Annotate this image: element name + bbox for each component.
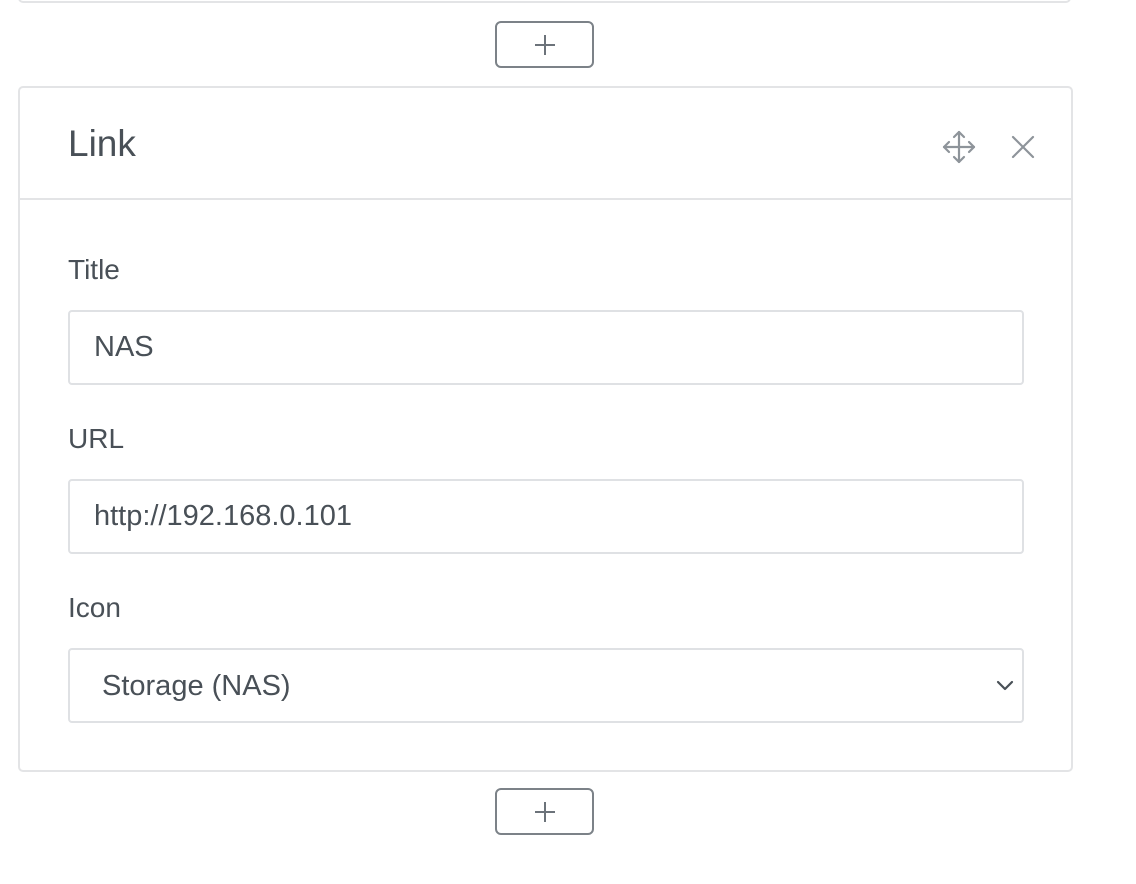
plus-icon [534, 801, 555, 822]
chevron-down-icon [996, 680, 1014, 691]
icon-select-value: Storage (NAS) [102, 670, 291, 702]
add-item-button-bottom[interactable] [495, 788, 594, 835]
title-label: Title [68, 254, 120, 285]
close-icon[interactable] [1010, 134, 1036, 160]
url-input[interactable] [68, 479, 1024, 554]
card-header: Link [20, 88, 1071, 200]
icon-label: Icon [68, 592, 121, 623]
plus-icon [534, 34, 555, 55]
url-label: URL [68, 423, 125, 454]
add-item-button-top[interactable] [495, 21, 594, 68]
title-input[interactable] [68, 310, 1024, 385]
icon-select[interactable]: Storage (NAS) [68, 648, 1024, 723]
move-icon[interactable] [942, 130, 976, 164]
link-card: Link Title URL Icon Storage (NAS) [18, 86, 1073, 772]
card-title: Link [68, 123, 136, 164]
previous-card-edge [18, 0, 1071, 3]
